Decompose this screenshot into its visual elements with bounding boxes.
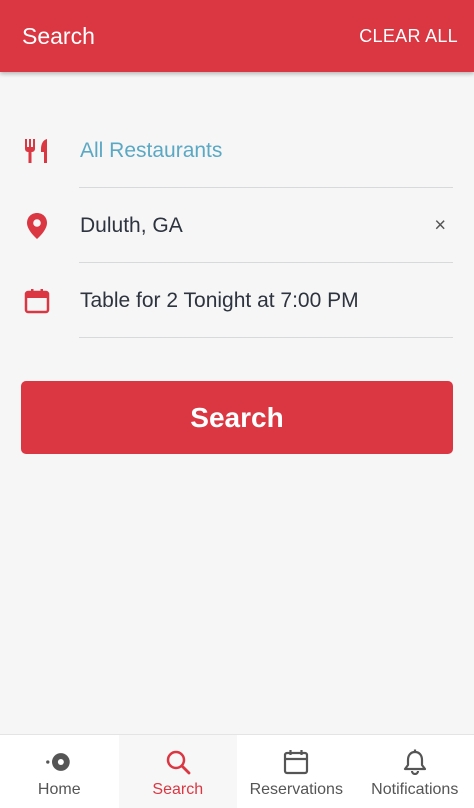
location-row[interactable]: Duluth, GA × [0,188,474,263]
nav-search[interactable]: Search [118,735,237,808]
bottom-nav: Home Search Reservations Notifications [0,734,474,808]
page-title: Search [22,22,95,49]
app-bar: Search CLEAR ALL [0,0,474,72]
nav-home[interactable]: Home [0,735,119,808]
restaurants-field: All Restaurants [80,138,223,162]
divider [79,337,453,338]
location-field: Duluth, GA [80,213,183,237]
nav-notifications-label: Notifications [371,781,459,798]
nav-reservations[interactable]: Reservations [237,735,356,808]
nav-home-label: Home [37,781,81,798]
bell-icon [401,748,429,776]
search-button[interactable]: Search [21,381,453,454]
clear-all-button[interactable]: CLEAR ALL [359,26,458,47]
reservation-field: Table for 2 Tonight at 7:00 PM [80,288,359,312]
calendar-icon [22,286,52,316]
reservation-row[interactable]: Table for 2 Tonight at 7:00 PM [0,263,474,338]
calendar-icon [282,748,310,776]
nav-reservations-label: Reservations [249,781,343,798]
clear-location-icon[interactable]: × [434,214,446,237]
location-pin-icon [22,211,52,241]
fork-knife-icon [22,136,52,166]
nav-notifications[interactable]: Notifications [356,735,474,808]
restaurant-filter-row[interactable]: All Restaurants [0,113,474,188]
search-icon [164,748,192,776]
home-dish-icon [45,748,73,776]
nav-search-label: Search [152,781,204,798]
